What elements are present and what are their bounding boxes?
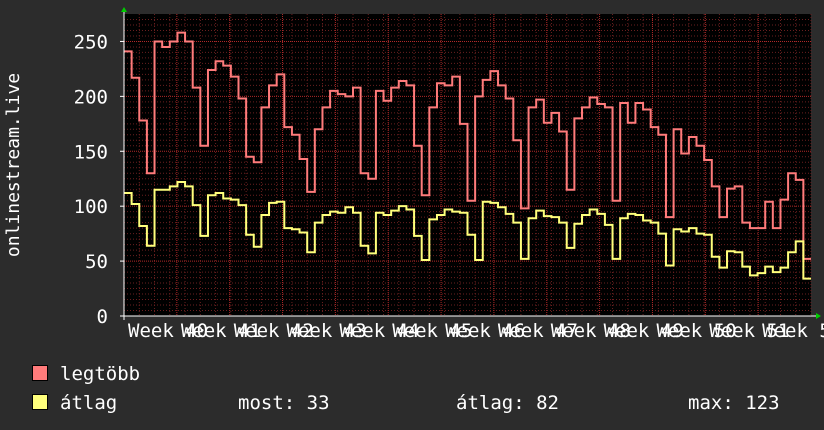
y-axis-label: onlinestream.live bbox=[3, 73, 24, 257]
legend-label-atlag: átlag bbox=[60, 392, 118, 414]
stat-current: most: 33 bbox=[238, 392, 330, 414]
stat-average: átlag: 82 bbox=[456, 392, 559, 414]
y-tick-label: 150 bbox=[74, 141, 108, 163]
stat-max: max: 123 bbox=[688, 392, 780, 414]
legend-label-legtobb: legtöbb bbox=[60, 363, 141, 385]
y-tick-label: 50 bbox=[85, 251, 108, 273]
y-axis-arrow-icon bbox=[121, 7, 127, 12]
y-tick-label: 0 bbox=[97, 306, 108, 328]
legend-swatch-atlag bbox=[32, 394, 48, 410]
y-tick-label: 100 bbox=[74, 196, 108, 218]
x-tick-label: Week 52 bbox=[762, 320, 824, 342]
y-tick-label: 250 bbox=[74, 31, 108, 53]
legend-swatch-legtobb bbox=[32, 365, 48, 381]
x-axis-arrow-icon bbox=[816, 313, 821, 319]
y-tick-label: 200 bbox=[74, 86, 108, 108]
x-axis-ticks: Week 40Week 41Week 42Week 43Week 44Week … bbox=[128, 320, 824, 342]
y-axis-ticks: 0 50 100 150 200 250 bbox=[74, 31, 124, 328]
